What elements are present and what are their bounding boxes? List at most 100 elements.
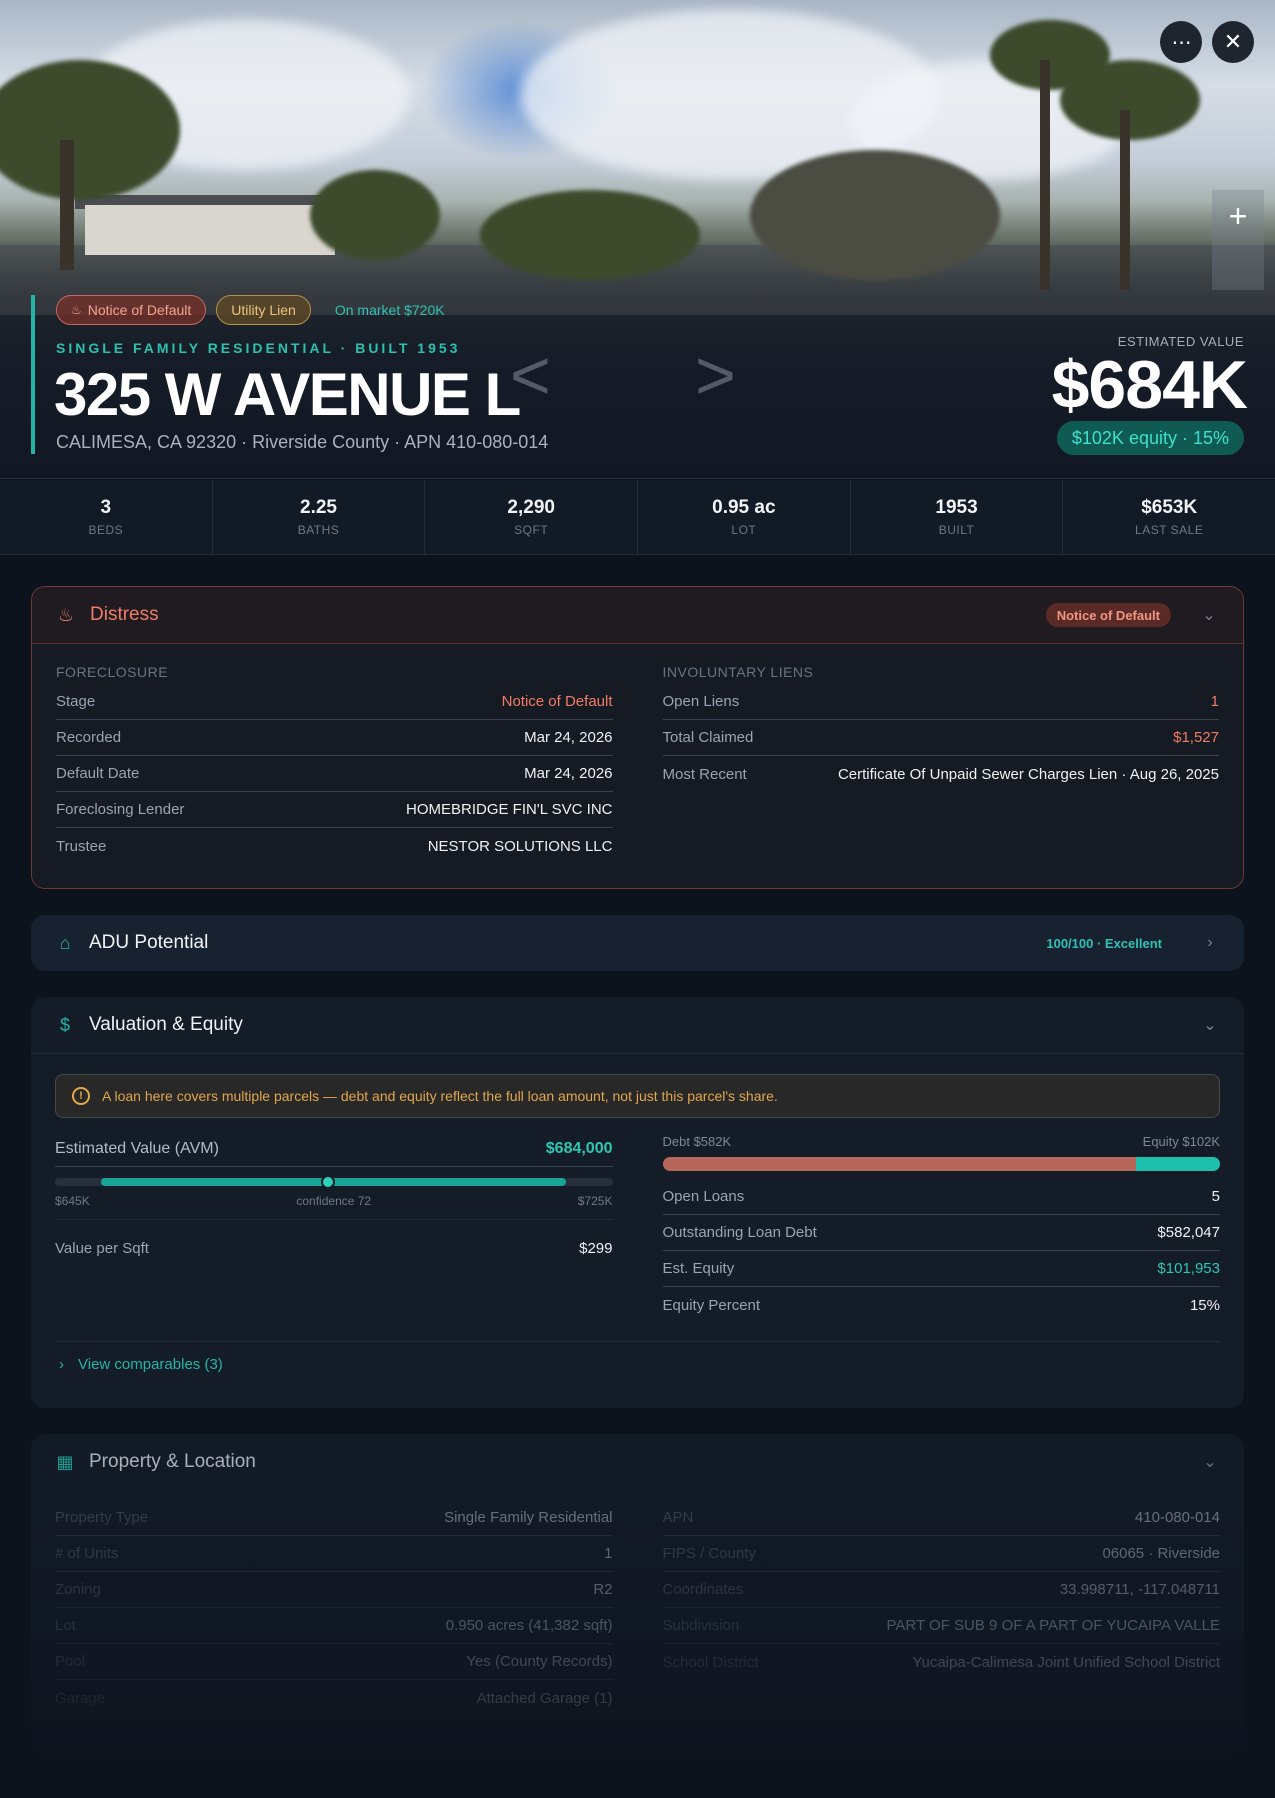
row-value: $1,527 xyxy=(1173,729,1219,746)
status-badges: ♨ Notice of Default Utility Lien On mark… xyxy=(56,295,459,325)
stat-sqft: 2,290 SQFT xyxy=(425,480,639,554)
stat-beds: 3 BEDS xyxy=(0,480,213,554)
chevron-right-icon[interactable]: › xyxy=(1200,934,1220,952)
stat-label: BEDS xyxy=(88,523,124,537)
debt-equity-section: Debt $582K Equity $102K Open Loans 5 Outs… xyxy=(662,1118,1221,1323)
avm-range-labels: $645K confidence 72 $725K xyxy=(55,1194,613,1220)
photo-nav-arrow: > xyxy=(695,336,736,414)
market-status: On market $720K xyxy=(334,302,445,318)
property-stats-bar: 3 BEDS 2.25 BATHS 2,290 SQFT 0.95 ac LOT… xyxy=(0,480,1275,555)
row-value: 1 xyxy=(1210,693,1219,710)
stat-label: BUILT xyxy=(938,523,975,537)
row-key: Foreclosing Lender xyxy=(56,801,185,818)
detail-row: Trustee NESTOR SOLUTIONS LLC xyxy=(56,828,613,864)
zoom-in-icon: + xyxy=(1228,197,1248,234)
adu-potential-card[interactable]: ⌂ ADU Potential 100/100 · Excellent › xyxy=(31,915,1244,971)
distress-title: Distress xyxy=(90,604,159,625)
row-key: Recorded xyxy=(56,729,122,746)
detail-row: Stage Notice of Default xyxy=(56,684,613,720)
stat-value: 0.95 ac xyxy=(712,497,776,518)
property-title: Property & Location xyxy=(89,1451,256,1472)
view-comparables-link[interactable]: › View comparables (3) xyxy=(31,1342,1244,1387)
property-address: 325 W AVENUE L xyxy=(54,361,521,428)
detail-row: Coordinates 33.998711, -117.048711 xyxy=(662,1572,1220,1608)
zoom-in-button[interactable]: + xyxy=(1212,190,1264,242)
valuation-equity-card: $ Valuation & Equity ⌄ ! A loan here cov… xyxy=(31,997,1244,1408)
row-value: Mar 24, 2026 xyxy=(524,765,613,782)
detail-row: Most Recent Certificate Of Unpaid Sewer C… xyxy=(663,756,1220,792)
row-key: Zoning xyxy=(55,1581,101,1598)
adu-title: ADU Potential xyxy=(89,932,209,953)
row-key: # of Units xyxy=(55,1545,119,1562)
notice-of-default-badge[interactable]: ♨ Notice of Default xyxy=(56,295,207,325)
stat-lot: 0.95 ac LOT xyxy=(638,480,851,554)
valuation-header[interactable]: $ Valuation & Equity ⌄ xyxy=(31,997,1244,1054)
chevron-down-icon[interactable]: ⌄ xyxy=(1200,1452,1220,1472)
row-key: Total Claimed xyxy=(662,729,754,746)
photo-tree xyxy=(750,150,1000,280)
row-key: Trustee xyxy=(56,837,107,855)
detail-row: Default Date Mar 24, 2026 xyxy=(56,756,613,792)
debt-equity-bar xyxy=(662,1157,1220,1171)
stat-last-sale: $653K LAST SALE xyxy=(1063,480,1275,554)
distress-header[interactable]: ♨ Distress Notice of Default ⌄ xyxy=(32,587,1243,644)
photo-trunk xyxy=(1040,60,1050,290)
row-value: Yucaipa-Calimesa Joint Unified School Di… xyxy=(912,1653,1220,1671)
detail-row: Equity Percent 15% xyxy=(663,1287,1221,1323)
adu-header[interactable]: ⌂ ADU Potential 100/100 · Excellent › xyxy=(31,915,1244,971)
comps-link-label: View comparables (3) xyxy=(78,1356,223,1373)
detail-row: Property Type Single Family Residential xyxy=(55,1500,613,1536)
stat-value: 2.25 xyxy=(300,497,337,518)
row-key: Pool xyxy=(55,1653,86,1670)
detail-row: Zoning R2 xyxy=(55,1572,613,1608)
row-value: 15% xyxy=(1189,1296,1220,1314)
equity-label: Equity $102K xyxy=(1142,1134,1220,1149)
row-value: $582,047 xyxy=(1157,1224,1220,1241)
debt-label: Debt $582K xyxy=(662,1134,732,1149)
chevron-right-icon: › xyxy=(59,1356,64,1373)
photo-house xyxy=(85,205,335,255)
row-key: Coordinates xyxy=(662,1581,744,1598)
stat-built: 1953 BUILT xyxy=(851,480,1064,554)
section-label: INVOLUNTARY LIENS xyxy=(662,664,814,680)
row-key: Garage xyxy=(55,1689,106,1707)
debt-equity-labels: Debt $582K Equity $102K xyxy=(663,1134,1221,1149)
close-button[interactable]: ✕ xyxy=(1212,21,1254,63)
detail-row: APN 410-080-014 xyxy=(662,1500,1220,1536)
equity-pill: $102K equity · 15% xyxy=(1056,421,1244,455)
row-value: HOMEBRIDGE FIN'L SVC INC xyxy=(406,801,613,818)
photo-tree xyxy=(310,170,440,260)
photo-tree xyxy=(480,190,700,280)
detail-row: Lot 0.950 acres (41,382 sqft) xyxy=(55,1608,613,1644)
photo-trunk xyxy=(1120,110,1130,290)
close-icon: ✕ xyxy=(1223,29,1243,54)
detail-row: Outstanding Loan Debt $582,047 xyxy=(662,1215,1220,1251)
status-badge: Notice of Default xyxy=(1045,603,1171,627)
photo-palm xyxy=(1060,60,1200,140)
detail-row: Pool Yes (County Records) xyxy=(55,1644,613,1680)
detail-row: School District Yucaipa-Calimesa Joint Un… xyxy=(663,1644,1221,1680)
property-location-card: ▦ Property & Location ⌄ Property Type Sin… xyxy=(31,1434,1244,1754)
building-icon: ▦ xyxy=(56,1451,74,1472)
chevron-down-icon[interactable]: ⌄ xyxy=(1199,605,1219,625)
chevron-down-icon[interactable]: ⌄ xyxy=(1200,1015,1220,1035)
row-key: Estimated Value (AVM) xyxy=(55,1140,219,1157)
detail-row: # of Units 1 xyxy=(55,1536,613,1572)
dollar-icon: $ xyxy=(59,1014,70,1035)
row-value: 06065 · Riverside xyxy=(1102,1545,1220,1562)
row-key: Stage xyxy=(56,693,96,710)
row-key: Default Date xyxy=(56,765,140,782)
row-key: Value per Sqft xyxy=(55,1239,149,1257)
row-key: Open Liens xyxy=(662,693,740,710)
badge-label: Utility Lien xyxy=(231,302,296,318)
row-value: Attached Garage (1) xyxy=(476,1689,613,1707)
row-value: Yes (County Records) xyxy=(466,1653,613,1670)
confidence-label: confidence 72 xyxy=(296,1194,372,1208)
stat-label: LOT xyxy=(731,523,757,537)
equity-segment xyxy=(1136,1157,1220,1171)
row-key: APN xyxy=(662,1509,694,1526)
property-header[interactable]: ▦ Property & Location ⌄ xyxy=(31,1434,1244,1490)
utility-lien-badge[interactable]: Utility Lien xyxy=(216,295,311,325)
debt-segment xyxy=(662,1157,1137,1171)
more-options-button[interactable]: ⋯ xyxy=(1160,21,1202,63)
